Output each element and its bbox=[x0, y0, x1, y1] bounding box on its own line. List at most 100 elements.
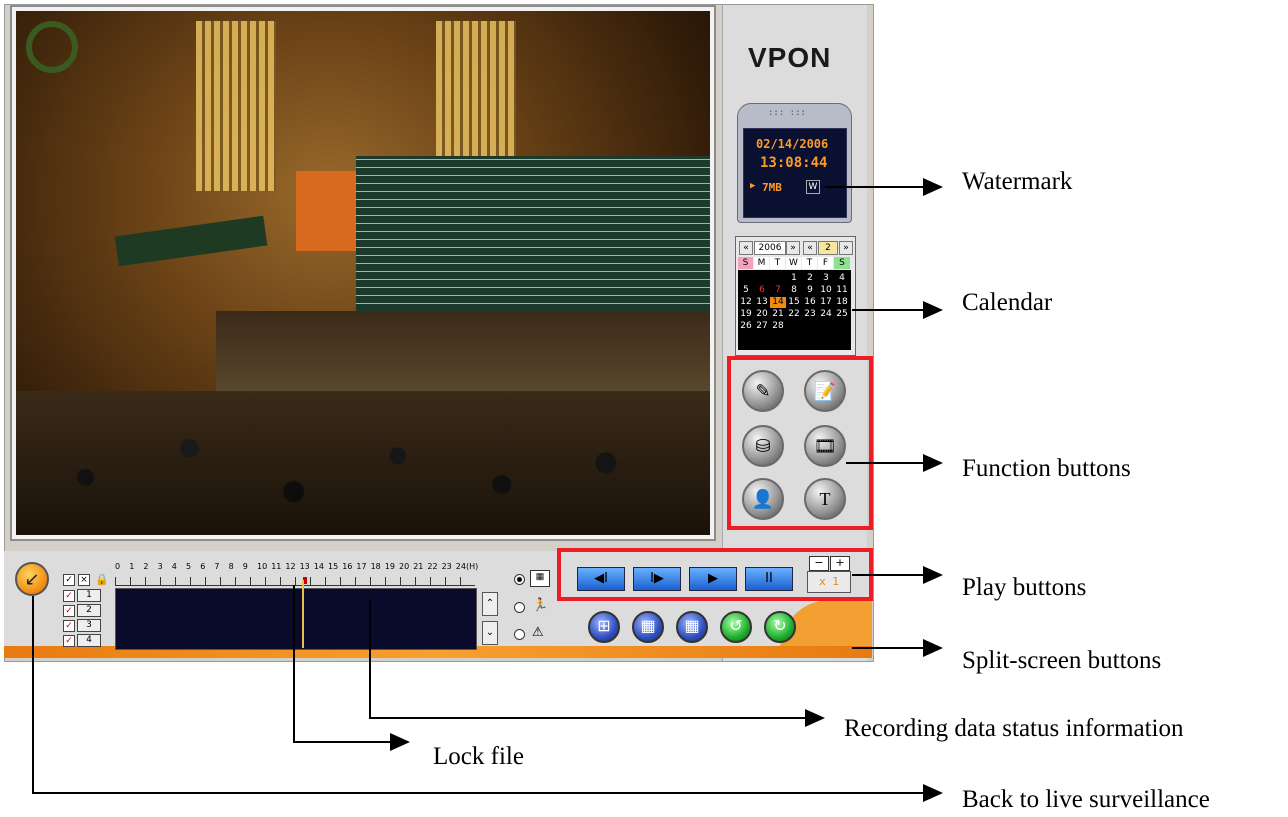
clock-date: 02/14/2006 bbox=[756, 137, 829, 151]
play-label: Play buttons bbox=[962, 574, 1087, 601]
month-display: 2 bbox=[818, 241, 838, 255]
hour-tick-label: 7 bbox=[214, 562, 220, 571]
scroll-up-button[interactable]: ⌃ bbox=[482, 592, 498, 616]
weekday-label: F bbox=[818, 257, 833, 269]
prev-year-button[interactable]: « bbox=[739, 241, 753, 255]
prev-month-button[interactable]: « bbox=[803, 241, 817, 255]
calendar-day[interactable]: 3 bbox=[818, 273, 834, 284]
hour-tick-label: 17 bbox=[356, 562, 367, 571]
play-arrow bbox=[923, 566, 943, 584]
calendar-mode-icon: ▦ bbox=[530, 570, 550, 587]
recording-status-area[interactable] bbox=[115, 588, 477, 650]
calendar-day[interactable]: 6 bbox=[754, 285, 770, 296]
calendar-day[interactable]: 4 bbox=[834, 273, 850, 284]
calendar-day[interactable]: 5 bbox=[738, 285, 754, 296]
channel-label: 3 bbox=[77, 619, 101, 632]
calendar-day[interactable]: 19 bbox=[738, 309, 754, 320]
calendar-day[interactable]: 26 bbox=[738, 321, 754, 332]
crowd bbox=[16, 391, 710, 535]
hour-tick-label: 0 bbox=[115, 562, 121, 571]
channel-checkbox[interactable]: ✓ bbox=[63, 590, 75, 602]
mode-radio-user[interactable] bbox=[514, 602, 525, 613]
channel-label: 4 bbox=[77, 634, 101, 647]
alarm-mode-icon: ⚠ bbox=[532, 624, 544, 639]
split-label: Split-screen buttons bbox=[962, 647, 1162, 674]
next-year-button[interactable]: » bbox=[786, 241, 800, 255]
time-cursor[interactable] bbox=[302, 580, 304, 648]
calendar-day[interactable]: 16 bbox=[802, 297, 818, 308]
calendar-day[interactable]: 7 bbox=[770, 285, 786, 296]
weekday-label: T bbox=[802, 257, 817, 269]
back-arrow bbox=[923, 784, 943, 802]
lock-label: Lock file bbox=[433, 743, 524, 770]
mode-radio-calendar[interactable] bbox=[514, 574, 525, 585]
calendar-day[interactable]: 21 bbox=[770, 309, 786, 320]
clear-all-checkbox[interactable]: × bbox=[78, 574, 90, 586]
rotate-left-button[interactable]: ↺ bbox=[720, 611, 752, 643]
hour-tick-label: 24 bbox=[455, 562, 466, 571]
hour-tick-label: 4 bbox=[171, 562, 177, 571]
weekday-label: M bbox=[754, 257, 769, 269]
channel-checkbox[interactable]: ✓ bbox=[63, 605, 75, 617]
lock-line-v bbox=[293, 585, 295, 743]
function-arrow bbox=[923, 454, 943, 472]
rotate-right-button[interactable]: ↻ bbox=[764, 611, 796, 643]
split-4-button[interactable]: ⊞ bbox=[588, 611, 620, 643]
next-month-button[interactable]: » bbox=[839, 241, 853, 255]
calendar-day[interactable]: 25 bbox=[834, 309, 850, 320]
calendar-day[interactable]: 8 bbox=[786, 285, 802, 296]
back-label: Back to live surveillance bbox=[962, 786, 1210, 813]
calendar-day[interactable]: 23 bbox=[802, 309, 818, 320]
hour-tick-label: 5 bbox=[186, 562, 192, 571]
user-mode-icon: 🏃 bbox=[532, 597, 549, 612]
departure-board bbox=[356, 156, 710, 316]
calendar-day[interactable]: 24 bbox=[818, 309, 834, 320]
calendar-day[interactable]: 22 bbox=[786, 309, 802, 320]
calendar-day[interactable]: 10 bbox=[818, 285, 834, 296]
hour-tick-label: 6 bbox=[200, 562, 206, 571]
calendar-day[interactable]: 12 bbox=[738, 297, 754, 308]
hour-tick-label: 18 bbox=[370, 562, 381, 571]
split-16-button[interactable]: ▦ bbox=[676, 611, 708, 643]
timeline-ruler[interactable] bbox=[115, 577, 475, 586]
calendar-day[interactable]: 13 bbox=[754, 297, 770, 308]
weekday-label: T bbox=[770, 257, 785, 269]
recording-line-v bbox=[369, 601, 371, 719]
scroll-down-button[interactable]: ⌄ bbox=[482, 621, 498, 645]
recording-label: Recording data status information bbox=[844, 715, 1184, 742]
calendar-day[interactable]: 15 bbox=[786, 297, 802, 308]
calendar-day[interactable]: 9 bbox=[802, 285, 818, 296]
weekday-header: S M T W T F S bbox=[738, 257, 851, 269]
channel-label: 1 bbox=[77, 589, 101, 602]
back-line-h bbox=[32, 792, 927, 794]
clock-grille: ::: ::: bbox=[768, 108, 806, 118]
watermark-badge[interactable]: W bbox=[806, 180, 820, 194]
split-9-button[interactable]: ▦ bbox=[632, 611, 664, 643]
back-to-live-button[interactable]: ↙ bbox=[15, 562, 49, 596]
mode-radio-alarm[interactable] bbox=[514, 629, 525, 640]
calendar-day[interactable]: 2 bbox=[802, 273, 818, 284]
watermark-label: Watermark bbox=[962, 168, 1073, 195]
hour-tick-label: 22 bbox=[427, 562, 438, 571]
hour-tick-label: 15 bbox=[328, 562, 339, 571]
calendar-day[interactable]: 17 bbox=[818, 297, 834, 308]
calendar-day[interactable]: 28 bbox=[770, 321, 786, 332]
calendar-day[interactable]: 14 bbox=[770, 297, 786, 308]
channel-checkbox[interactable]: ✓ bbox=[63, 620, 75, 632]
calendar-arrow bbox=[923, 301, 943, 319]
lock-icon[interactable]: 🔒 bbox=[95, 573, 109, 586]
calendar-day[interactable]: 18 bbox=[834, 297, 850, 308]
calendar-day[interactable]: 20 bbox=[754, 309, 770, 320]
function-label: Function buttons bbox=[962, 455, 1131, 482]
disk-play-icon: ▶ bbox=[750, 181, 756, 191]
channel-checkbox[interactable]: ✓ bbox=[63, 635, 75, 647]
window-right bbox=[436, 21, 516, 171]
hour-tick-label: 8 bbox=[228, 562, 234, 571]
watermark-line bbox=[825, 186, 935, 188]
calendar-day[interactable]: 11 bbox=[834, 285, 850, 296]
weekday-label: W bbox=[786, 257, 801, 269]
camera-video[interactable] bbox=[16, 11, 710, 535]
calendar-day[interactable]: 1 bbox=[786, 273, 802, 284]
select-all-checkbox[interactable]: ✓ bbox=[63, 574, 75, 586]
calendar-day[interactable]: 27 bbox=[754, 321, 770, 332]
